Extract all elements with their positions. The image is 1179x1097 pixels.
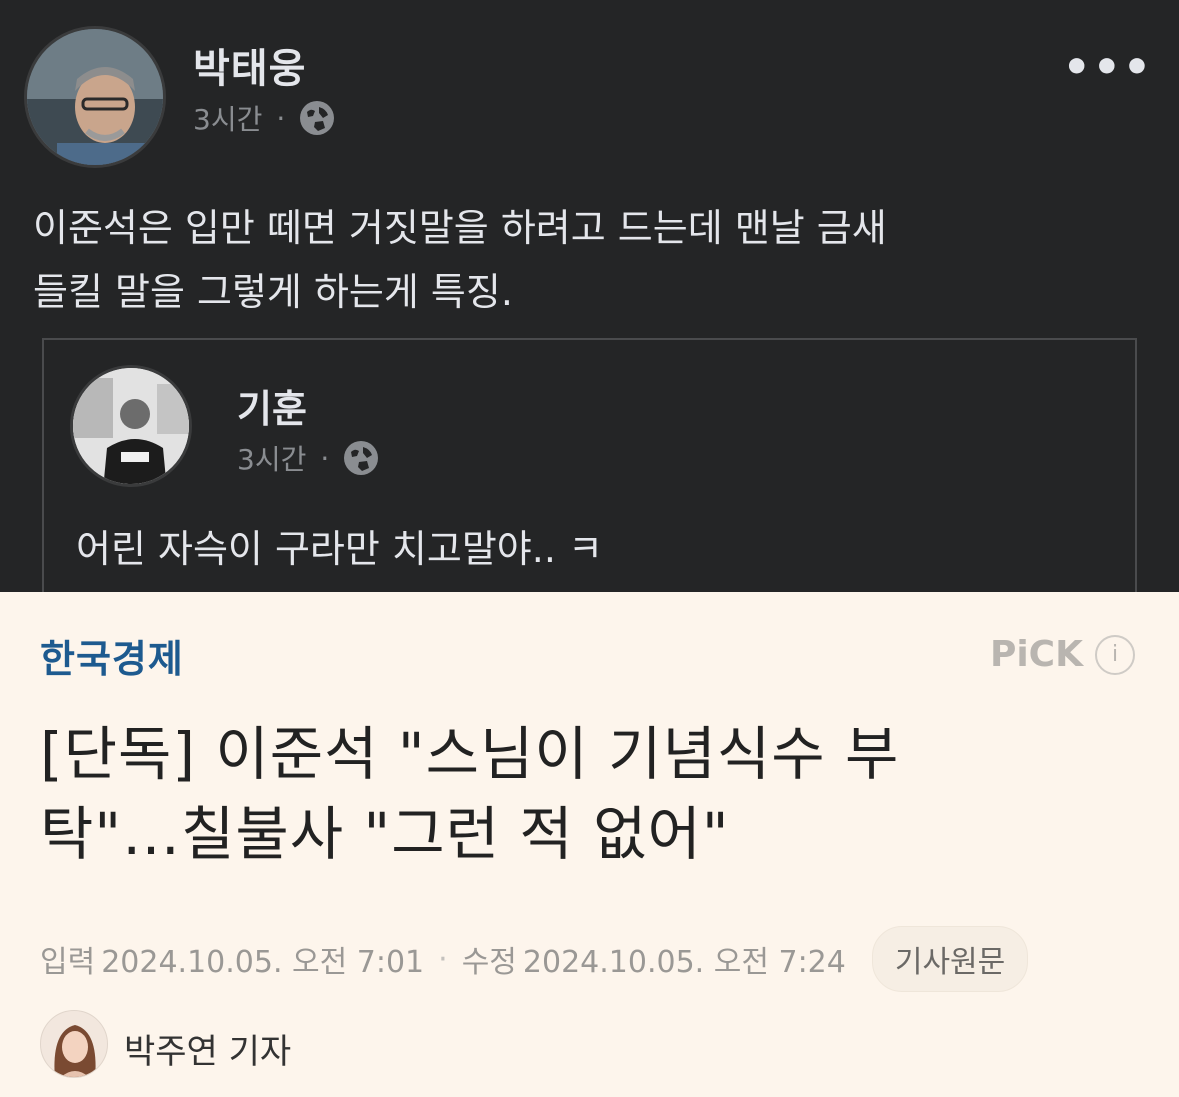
- post-text-line: 이준석은 입만 떼면 거짓말을 하려고 드는데 맨날 금새: [33, 206, 887, 250]
- reporter-avatar[interactable]: [40, 1010, 108, 1078]
- info-icon[interactable]: i: [1095, 634, 1135, 675]
- headline-line: 탁"…칠불사 "그런 적 없어": [40, 800, 730, 868]
- pick-label: PiCK: [989, 634, 1083, 675]
- article-headline: [단독] 이준석 "스님이 기념식수 부 탁"…칠불사 "그런 적 없어": [40, 714, 1060, 874]
- facebook-post: 박태웅 3시간 · ••• 이준석은 입만 떼면 거짓말을 하려고 드는데 맨날…: [0, 0, 1179, 608]
- reporter-name[interactable]: 박주연 기자: [124, 1024, 291, 1073]
- globe-icon: [343, 440, 379, 476]
- modified-label: 수정: [461, 945, 517, 980]
- post-meta: 3시간 ·: [193, 98, 335, 138]
- shared-post-text: 어린 자슥이 구라만 치고말야.. ㅋ: [76, 527, 603, 571]
- post-time[interactable]: 3시간: [193, 98, 262, 138]
- input-label: 입력: [40, 945, 96, 980]
- shared-author-name[interactable]: 기훈: [237, 378, 307, 433]
- author-name[interactable]: 박태웅: [193, 36, 306, 94]
- headline-line: [단독] 이준석 "스님이 기념식수 부: [40, 720, 900, 788]
- shared-author-avatar[interactable]: [70, 365, 192, 487]
- author-avatar[interactable]: [24, 26, 166, 168]
- input-date: 2024.10.05. 오전 7:01: [101, 945, 425, 980]
- more-options-icon[interactable]: •••: [1063, 46, 1153, 90]
- shared-post-time[interactable]: 3시간: [237, 438, 306, 478]
- modified-date: 2024.10.05. 오전 7:24: [522, 945, 846, 980]
- shared-post-meta: 3시간 ·: [237, 438, 379, 478]
- original-article-button[interactable]: 기사원문: [871, 926, 1029, 992]
- meta-separator: ·: [276, 101, 286, 135]
- post-text: 이준석은 입만 떼면 거짓말을 하려고 드는데 맨날 금새 들킬 말을 그렇게 …: [33, 196, 1143, 324]
- globe-icon: [299, 100, 335, 136]
- date-separator: ·: [438, 941, 448, 977]
- pick-badge: PiCK i: [990, 634, 1135, 675]
- news-article-screenshot: 한국경제 PiCK i [단독] 이준석 "스님이 기념식수 부 탁"…칠불사 …: [0, 592, 1179, 1097]
- press-name[interactable]: 한국경제: [40, 628, 184, 683]
- shared-post[interactable]: 기훈 3시간 · 어린 자슥이 구라만 치고말야.. ㅋ: [42, 338, 1137, 608]
- meta-separator: ·: [320, 441, 330, 475]
- post-text-line: 들킬 말을 그렇게 하는게 특징.: [33, 270, 513, 314]
- article-dates: 입력 2024.10.05. 오전 7:01 · 수정 2024.10.05. …: [40, 926, 1029, 992]
